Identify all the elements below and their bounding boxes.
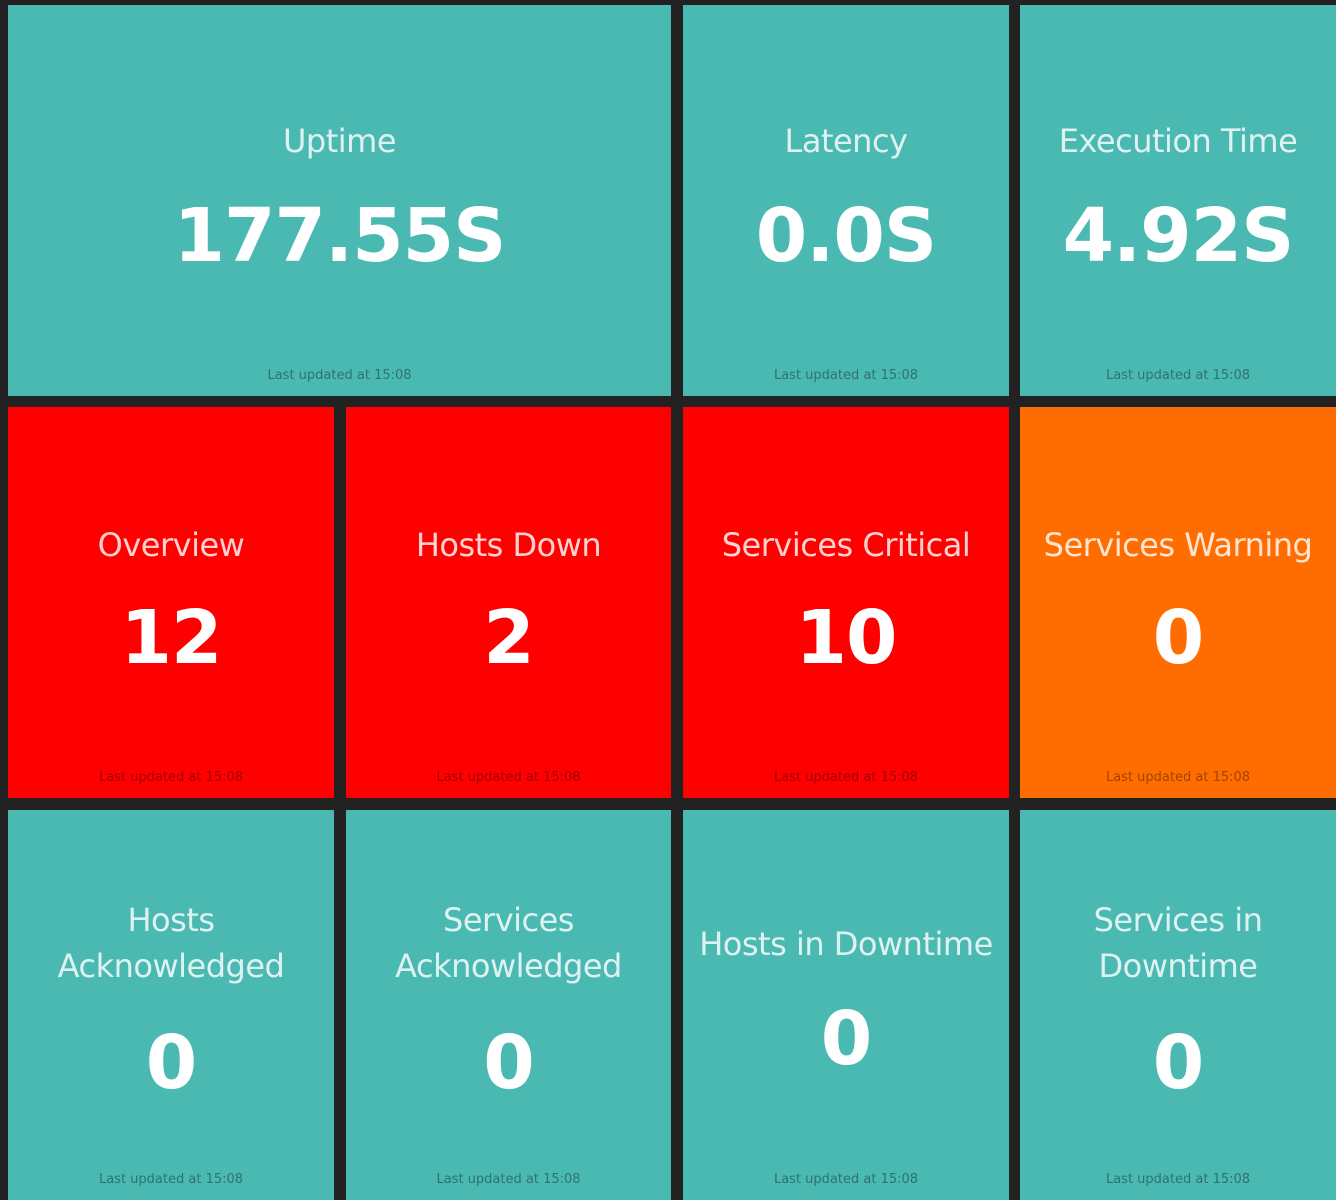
tile-value: 12 bbox=[120, 595, 223, 681]
tile-value: 4.92S bbox=[1062, 193, 1295, 279]
dashboard: Uptime 177.55S Last updated at 15:08 Lat… bbox=[0, 0, 1336, 1200]
tile-overview[interactable]: Overview 12 Last updated at 15:08 bbox=[8, 407, 334, 798]
tile-title: Services Critical bbox=[721, 526, 971, 564]
tile-updated: Last updated at 15:08 bbox=[1105, 1172, 1251, 1187]
tile-value: 177.55S bbox=[173, 193, 507, 279]
tile-updated: Last updated at 15:08 bbox=[98, 1172, 244, 1187]
tile-title: Services in Downtime bbox=[1093, 901, 1263, 985]
tile-services-critical[interactable]: Services Critical 10 Last updated at 15:… bbox=[683, 407, 1009, 798]
tile-updated: Last updated at 15:08 bbox=[773, 770, 919, 785]
tile-hosts-down[interactable]: Hosts Down 2 Last updated at 15:08 bbox=[346, 407, 671, 798]
tile-title: Hosts Down bbox=[415, 526, 602, 564]
tile-latency[interactable]: Latency 0.0S Last updated at 15:08 bbox=[683, 5, 1009, 396]
tile-value: 0 bbox=[145, 1020, 198, 1106]
tile-title: Services Acknowledged bbox=[395, 901, 622, 985]
tile-title: Services Warning bbox=[1043, 526, 1313, 564]
tile-updated: Last updated at 15:08 bbox=[98, 770, 244, 785]
tile-updated: Last updated at 15:08 bbox=[436, 770, 581, 785]
tile-updated: Last updated at 15:08 bbox=[267, 368, 412, 383]
tile-services-acknowledged[interactable]: Services Acknowledged 0 Last updated at … bbox=[346, 810, 671, 1200]
tile-value: 10 bbox=[795, 595, 898, 681]
tile-value: 0 bbox=[1152, 1020, 1205, 1106]
tile-updated: Last updated at 15:08 bbox=[1105, 368, 1251, 383]
tile-hosts-acknowledged[interactable]: Hosts Acknowledged 0 Last updated at 15:… bbox=[8, 810, 334, 1200]
tile-value: 0 bbox=[820, 996, 873, 1082]
tile-uptime[interactable]: Uptime 177.55S Last updated at 15:08 bbox=[8, 5, 671, 396]
tile-services-warning[interactable]: Services Warning 0 Last updated at 15:08 bbox=[1020, 407, 1336, 798]
tile-updated: Last updated at 15:08 bbox=[773, 368, 919, 383]
tile-title: Hosts Acknowledged bbox=[57, 901, 285, 985]
tile-updated: Last updated at 15:08 bbox=[773, 1172, 919, 1187]
tile-title: Execution Time bbox=[1058, 122, 1298, 160]
tile-value: 2 bbox=[483, 595, 535, 681]
tile-updated: Last updated at 15:08 bbox=[436, 1172, 581, 1187]
tile-title: Latency bbox=[784, 122, 908, 160]
tile-title: Hosts in Downtime bbox=[699, 925, 993, 963]
tile-execution-time[interactable]: Execution Time 4.92S Last updated at 15:… bbox=[1020, 5, 1336, 396]
tile-services-in-downtime[interactable]: Services in Downtime 0 Last updated at 1… bbox=[1020, 810, 1336, 1200]
tile-value: 0 bbox=[483, 1020, 535, 1106]
tile-hosts-in-downtime[interactable]: Hosts in Downtime 0 Last updated at 15:0… bbox=[683, 810, 1009, 1200]
tile-title: Uptime bbox=[282, 122, 397, 160]
tile-title: Overview bbox=[97, 526, 245, 564]
tile-updated: Last updated at 15:08 bbox=[1105, 770, 1251, 785]
tile-value: 0 bbox=[1152, 595, 1205, 681]
tile-value: 0.0S bbox=[755, 193, 937, 279]
